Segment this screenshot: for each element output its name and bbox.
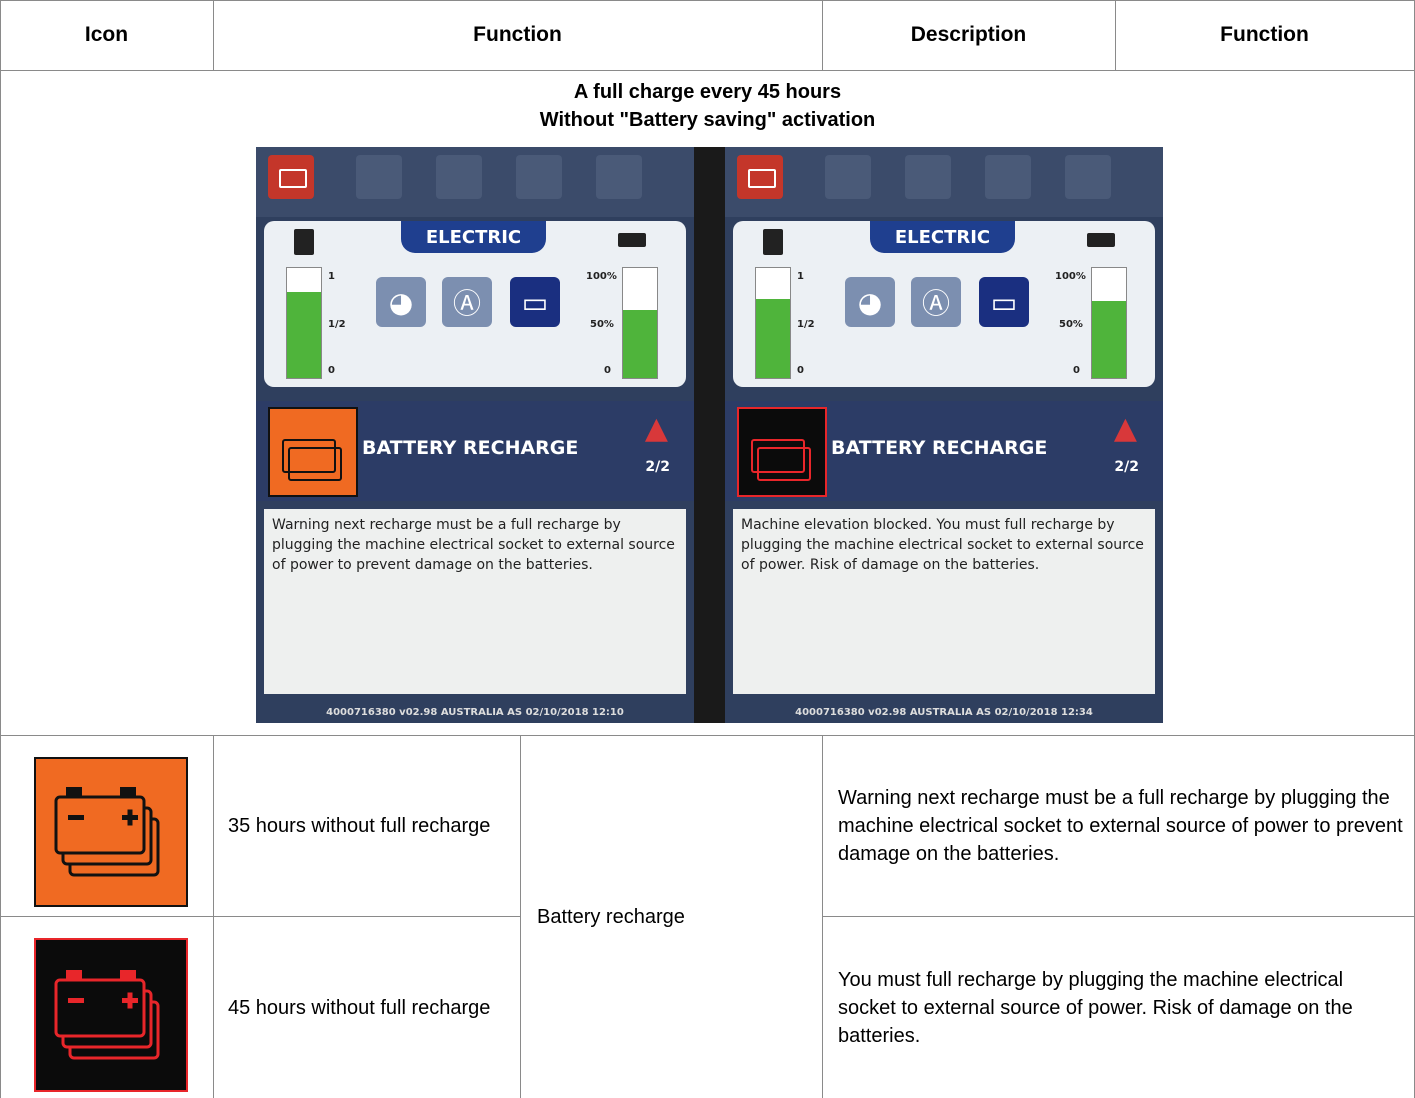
fuel-gauge [286, 267, 322, 379]
alert-pager: 2/2 [645, 459, 670, 475]
oil-can-icon [905, 155, 951, 199]
battery-level-icon [618, 233, 646, 247]
battery-gauge [1091, 267, 1127, 379]
fuel-label-half: 1/2 [797, 319, 815, 330]
screen-top-bar [725, 147, 1163, 217]
battery-recharge-orange-icon [268, 407, 358, 497]
fuel-pump-icon [294, 229, 314, 255]
header-function: Function [473, 23, 562, 46]
battery-label-full: 100% [586, 271, 617, 282]
alert-title: BATTERY RECHARGE [831, 437, 1048, 459]
body-col-1 [213, 735, 214, 1098]
battery-level-icon [1087, 233, 1115, 247]
header-divider [0, 70, 1415, 71]
fuel-label-full: 1 [328, 271, 335, 282]
battery-label-full: 100% [1055, 271, 1086, 282]
fuel-label-empty: 0 [328, 365, 335, 376]
fuel-label-half: 1/2 [328, 319, 346, 330]
shared-description: Battery recharge [537, 906, 685, 928]
battery-tab-icon [268, 155, 314, 199]
battery-label-half: 50% [1059, 319, 1083, 330]
alert-bar: BATTERY RECHARGE ▲ 2/2 [725, 401, 1163, 501]
battery-gauge [622, 267, 658, 379]
body-col-3 [822, 735, 823, 1098]
electric-title: ELECTRIC [870, 221, 1015, 253]
mode-auto-icon: Ⓐ [442, 277, 492, 327]
section-heading-line2: Without "Battery saving" activation [539, 109, 876, 131]
alert-pager: 2/2 [1114, 459, 1139, 475]
mode-dial-icon: ◕ [376, 277, 426, 327]
warning-icon [1065, 155, 1111, 199]
brake-warning-icon [516, 155, 562, 199]
warning-triangle-icon: ▲ [1113, 411, 1137, 446]
battery-recharge-orange-icon [34, 757, 188, 907]
oil-can-icon [436, 155, 482, 199]
battery-recharge-red-icon [34, 938, 188, 1092]
alert-message: Warning next recharge must be a full rec… [264, 509, 686, 694]
section-heading-line1: A full charge every 45 hours [573, 81, 842, 103]
warning-icon [596, 155, 642, 199]
battery-label-half: 50% [590, 319, 614, 330]
electric-title: ELECTRIC [401, 221, 546, 253]
brake-warning-icon [985, 155, 1031, 199]
row-1-description: Warning next recharge must be a full rec… [838, 787, 1403, 865]
alert-bar: BATTERY RECHARGE ▲ 2/2 [256, 401, 694, 501]
alert-message: Machine elevation blocked. You must full… [733, 509, 1155, 694]
battery-label-empty: 0 [1073, 365, 1080, 376]
row-2-function: 45 hours without full recharge [228, 996, 491, 1019]
battery-label-empty: 0 [604, 365, 611, 376]
screen-footer: 4000716380 v02.98 AUSTRALIA AS 02/10/201… [795, 707, 1093, 718]
fuel-label-empty: 0 [797, 365, 804, 376]
screen-footer: 4000716380 v02.98 AUSTRALIA AS 02/10/201… [326, 707, 624, 718]
header-description: Description [910, 23, 1027, 46]
mode-dial-icon: ◕ [845, 277, 895, 327]
display-screen-right: ELECTRIC 1 1/2 0 ◕ Ⓐ ▭ 100% 50% 0 BATTER… [725, 147, 1163, 723]
body-col-2 [520, 735, 521, 1098]
row-2-description: You must full recharge by plugging the m… [838, 968, 1353, 1047]
header-function-2: Function [1220, 23, 1309, 46]
battery-recharge-red-icon [737, 407, 827, 497]
fuel-pump-icon [763, 229, 783, 255]
row-1-function: 35 hours without full recharge [228, 815, 491, 837]
alert-title: BATTERY RECHARGE [362, 437, 579, 459]
mode-battery-icon: ▭ [510, 277, 560, 327]
display-photo: ELECTRIC 1 1/2 0 ◕ Ⓐ ▭ 100% 50% 0 BATTER… [256, 147, 1163, 723]
battery-tab-icon [737, 155, 783, 199]
warning-triangle-icon: ▲ [644, 411, 668, 446]
table-border-left [0, 0, 1, 1098]
coolant-temp-icon [356, 155, 402, 199]
mode-battery-icon: ▭ [979, 277, 1029, 327]
fuel-label-full: 1 [797, 271, 804, 282]
screen-top-bar [256, 147, 694, 217]
display-screen-left: ELECTRIC 1 1/2 0 ◕ Ⓐ ▭ 100% 50% 0 BATTER… [256, 147, 694, 723]
fuel-gauge [755, 267, 791, 379]
coolant-temp-icon [825, 155, 871, 199]
header-icon: Icon [84, 23, 129, 46]
mode-auto-icon: Ⓐ [911, 277, 961, 327]
